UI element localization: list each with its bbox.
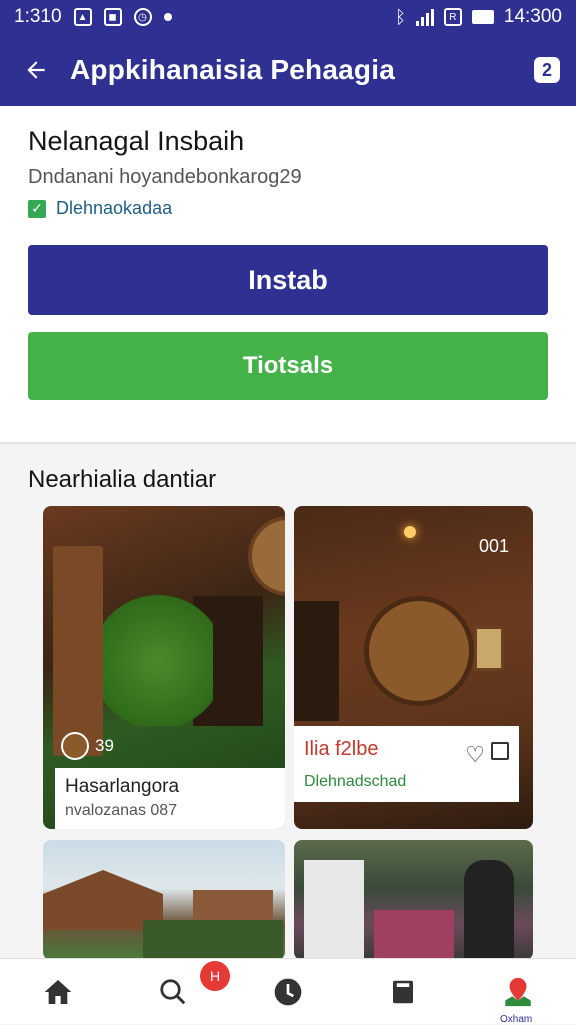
image-notification-icon: ▲ [73, 8, 92, 26]
status-bar: 1:310 ▲ ◼ ◷ ᛒ R 14:300 [0, 0, 576, 34]
status-time: 1:310 [14, 6, 62, 27]
person-image [464, 860, 514, 960]
rating-value: 39 [95, 736, 114, 755]
check-icon: ✓ [28, 199, 46, 218]
clock-notification-icon: ◷ [133, 8, 152, 26]
profile-subtitle: Dndanani hoyandebonkarog29 [28, 166, 302, 188]
dot-notification-icon [163, 13, 172, 21]
bookmark-icon[interactable] [491, 742, 509, 760]
place-subtitle: Dlehnadschad [304, 773, 407, 790]
place-title: Hasarlangora [65, 776, 180, 797]
profile-name: Nelanagal Insbaih [28, 126, 245, 156]
clock-icon [274, 978, 301, 1005]
carved-medallion-image [248, 516, 285, 596]
book-icon [392, 980, 413, 1003]
status-clock: 14:300 [503, 6, 562, 27]
home-icon [44, 979, 71, 1004]
bottom-navigation: H [0, 958, 576, 1024]
temple-pillar-image [53, 546, 103, 756]
bluetooth-icon: ᛒ [395, 6, 406, 27]
map-pin-icon [504, 977, 531, 1006]
profile-card: Nelanagal Insbaih Dndanani hoyandebonkar… [0, 106, 576, 444]
sim-icon: R [443, 8, 462, 26]
palm-plant-image [103, 566, 213, 726]
frame-image [474, 626, 504, 671]
place-card[interactable] [43, 840, 285, 960]
doorway-image [294, 601, 339, 721]
arrow-left-icon [27, 61, 45, 79]
signal-icon [415, 8, 434, 26]
section-title: Nearhialia dantiar [28, 466, 217, 493]
crowd-image [143, 920, 283, 960]
verified-row: ✓ Dlehnaokadaa [28, 198, 172, 219]
nav-home[interactable] [0, 959, 115, 1025]
place-subtitle: nvalozanas 087 [65, 802, 178, 819]
photo-count: 001 [478, 536, 509, 556]
search-icon [159, 978, 185, 1004]
help-button[interactable]: 2 [534, 57, 560, 83]
people-image [374, 910, 454, 960]
nav-library[interactable] [345, 959, 460, 1025]
nav-history[interactable] [230, 959, 345, 1025]
page-title: Appkihanaisia Pehaagia [70, 54, 395, 85]
place-card[interactable]: 39 Hasarlangora nvalozanas 087 [43, 506, 285, 829]
heart-icon[interactable]: ♡ [465, 742, 485, 768]
place-card[interactable]: 001 Ilia f2lbe Dlehnadschad ♡ [294, 506, 533, 829]
battery-icon [471, 10, 494, 24]
place-card-label: Hasarlangora nvalozanas 087 [55, 768, 285, 829]
verified-text: Dlehnaokadaa [56, 198, 173, 218]
message-notification-icon: ◼ [103, 8, 122, 26]
back-button[interactable] [16, 50, 56, 90]
place-card[interactable] [294, 840, 533, 960]
lamp-image [404, 526, 416, 538]
nav-map-label: Oxham [500, 1014, 533, 1025]
rating-badge: 39 [61, 732, 114, 760]
place-card-label: Ilia f2lbe Dlehnadschad ♡ [294, 726, 519, 802]
notification-badge: H [200, 961, 230, 991]
secondary-action-button[interactable]: Tiotsals [28, 332, 548, 400]
app-bar: Appkihanaisia Pehaagia 2 [0, 34, 576, 106]
garuda-emblem-image [364, 596, 474, 706]
wall-image [304, 860, 364, 960]
primary-action-button[interactable]: Instab [28, 245, 548, 315]
avatar [61, 732, 89, 760]
